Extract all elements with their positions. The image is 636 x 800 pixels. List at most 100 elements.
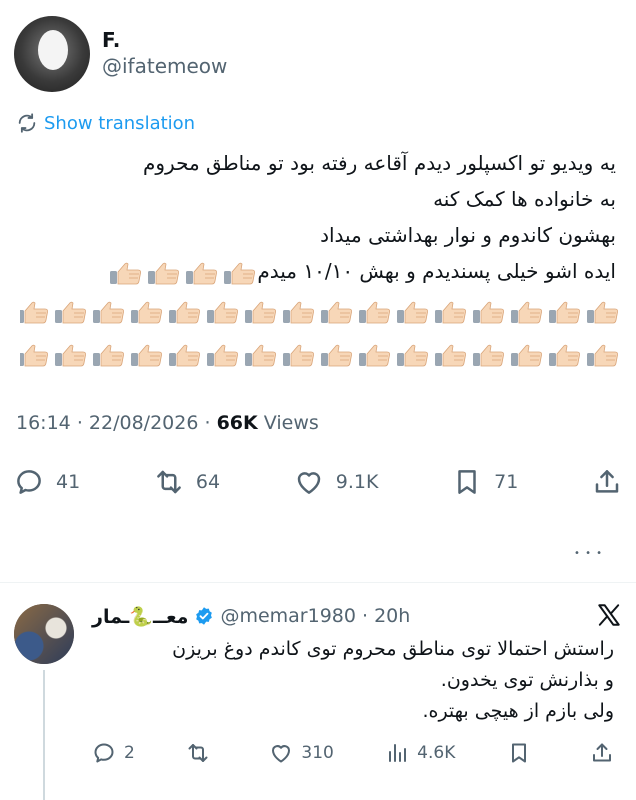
- tweet-meta: 16:14 · 22/08/2026 · 66K Views: [16, 412, 319, 434]
- tweet-date[interactable]: 22/08/2026: [89, 412, 199, 434]
- verified-badge-icon: [196, 607, 213, 625]
- x-logo-icon: [598, 604, 620, 626]
- thumbs-up-icon: [397, 344, 428, 366]
- show-translation-button[interactable]: Show translation: [16, 112, 195, 134]
- thumbs-up-icon: [207, 301, 238, 323]
- author-block: F. @ifatemeow: [102, 28, 227, 80]
- more-options-dots[interactable]: • • •: [574, 548, 603, 559]
- avatar-image: [14, 604, 74, 664]
- thumbs-up-icon: [169, 301, 200, 323]
- thumbs-up-icon: [55, 301, 86, 323]
- thumbs-up-icon: [224, 262, 256, 284]
- tweet-text-line-2: به خانواده ها کمک کنه: [433, 187, 616, 211]
- show-translation-label: Show translation: [44, 112, 196, 134]
- thumbs-up-icon: [549, 301, 580, 323]
- reply-text: راستش احتمالا توی مناطق محروم توی کاندم …: [94, 634, 614, 727]
- thumbs-up-icon: [245, 301, 276, 323]
- like-count: 310: [301, 743, 334, 763]
- thumbs-up-icon: [473, 301, 504, 323]
- thumbs-up-icon: [245, 344, 276, 366]
- tweet-text-line-4-text: ایده اشو خیلی پسندیدم و بهش ۱۰/۱۰ میدم: [257, 259, 616, 283]
- bookmark-icon: [458, 470, 476, 494]
- thumbs-up-icon: [283, 301, 314, 323]
- thumbs-up-icon: [186, 262, 218, 284]
- retweet-button[interactable]: 64: [154, 467, 220, 497]
- thumbs-up-emoji-row: [20, 293, 620, 329]
- thumbs-up-icon: [549, 344, 580, 366]
- meta-separator: ·: [76, 412, 89, 434]
- thumbs-up-icon: [207, 344, 238, 366]
- thumbs-up-icon: [511, 301, 542, 323]
- thumbs-up-icon: [20, 344, 48, 366]
- thumbs-up-icon: [435, 344, 466, 366]
- thumbs-up-emoji-row: [20, 336, 620, 372]
- tweet-header: F. @ifatemeow: [14, 16, 622, 96]
- meta-separator: ·: [204, 412, 217, 434]
- reply-display-name[interactable]: معــ🐍ـمار: [92, 605, 188, 628]
- views-count: 4.6K: [417, 743, 456, 763]
- heart-icon: [272, 745, 291, 763]
- thumbs-up-icon: [473, 344, 504, 366]
- analytics-icon: [389, 744, 407, 762]
- share-icon: [592, 743, 611, 762]
- thread-line: [43, 670, 45, 800]
- reply-button[interactable]: 2: [92, 741, 135, 765]
- reply-text-line-2: و بذارنش توی یخدون.: [440, 669, 614, 691]
- bookmark-button[interactable]: [507, 741, 539, 765]
- reply-actions: 2 310 4.6K: [92, 736, 622, 770]
- retweet-icon: [157, 470, 181, 494]
- reply-header: معــ🐍ـمار @memar1980 · 20h: [92, 602, 622, 630]
- thumbs-up-icon: [131, 344, 162, 366]
- meta-separator: ·: [355, 605, 375, 627]
- reply-text-line-3: ولی بازم از هیچی بهتره.: [422, 700, 614, 722]
- thumbs-up-icon: [55, 344, 86, 366]
- like-button[interactable]: 310: [269, 741, 334, 765]
- avatar[interactable]: [14, 16, 90, 92]
- thumbs-up-icon: [131, 301, 162, 323]
- reply-time[interactable]: 20h: [374, 605, 410, 627]
- reply-count: 2: [124, 743, 135, 763]
- divider: [0, 582, 636, 583]
- reply-button[interactable]: 41: [14, 467, 80, 497]
- tweet-text-line-1: یه ویدیو تو اکسپلور دیدم آقاعه رفته بود …: [143, 151, 616, 175]
- thumbs-up-icon: [148, 262, 180, 284]
- author-handle[interactable]: @ifatemeow: [102, 52, 227, 80]
- tweet-time[interactable]: 16:14: [16, 412, 71, 434]
- share-icon: [595, 470, 619, 493]
- like-button[interactable]: 9.1K: [294, 467, 379, 497]
- author-display-name[interactable]: F.: [102, 28, 227, 52]
- bookmark-icon: [511, 743, 526, 763]
- like-count: 9.1K: [335, 471, 379, 493]
- thumbs-up-icon: [587, 344, 618, 366]
- tweet-text-line-4: ایده اشو خیلی پسندیدم و بهش ۱۰/۱۰ میدم: [16, 253, 616, 289]
- share-button[interactable]: [590, 741, 622, 765]
- retweet-count: 64: [195, 471, 221, 493]
- thumbs-up-icon: [435, 301, 466, 323]
- thumbs-up-icon: [110, 262, 142, 284]
- thumbs-up-icon: [397, 301, 428, 323]
- thumbs-up-icon: [169, 344, 200, 366]
- share-button[interactable]: [592, 467, 622, 497]
- thumbs-up-icon: [359, 301, 390, 323]
- bookmark-count: 71: [494, 471, 519, 493]
- reply-icon: [17, 470, 41, 494]
- translate-icon: [18, 113, 36, 133]
- views-label: Views: [263, 412, 319, 434]
- thumbs-up-icon: [359, 344, 390, 366]
- views-button[interactable]: 4.6K: [385, 741, 455, 765]
- reply-icon: [94, 743, 114, 763]
- reply-avatar[interactable]: [14, 604, 74, 664]
- thumbs-up-icon: [321, 301, 352, 323]
- thumbs-up-icon: [321, 344, 352, 366]
- heart-icon: [297, 472, 320, 494]
- tweet-actions: 41 64 9.1K 71: [14, 462, 622, 502]
- reply-handle[interactable]: @memar1980: [220, 605, 356, 627]
- thumbs-up-icon: [587, 301, 618, 323]
- reply-text-line-1: راستش احتمالا توی مناطق محروم توی کاندم …: [172, 638, 614, 660]
- thumbs-up-icon: [511, 344, 542, 366]
- reply-count: 41: [56, 471, 81, 493]
- bookmark-button[interactable]: 71: [452, 467, 518, 497]
- views-count: 66K: [216, 412, 258, 434]
- tweet-text-line-3: بهشون کاندوم و نوار بهداشتی میداد: [320, 223, 616, 247]
- retweet-button[interactable]: [186, 741, 218, 765]
